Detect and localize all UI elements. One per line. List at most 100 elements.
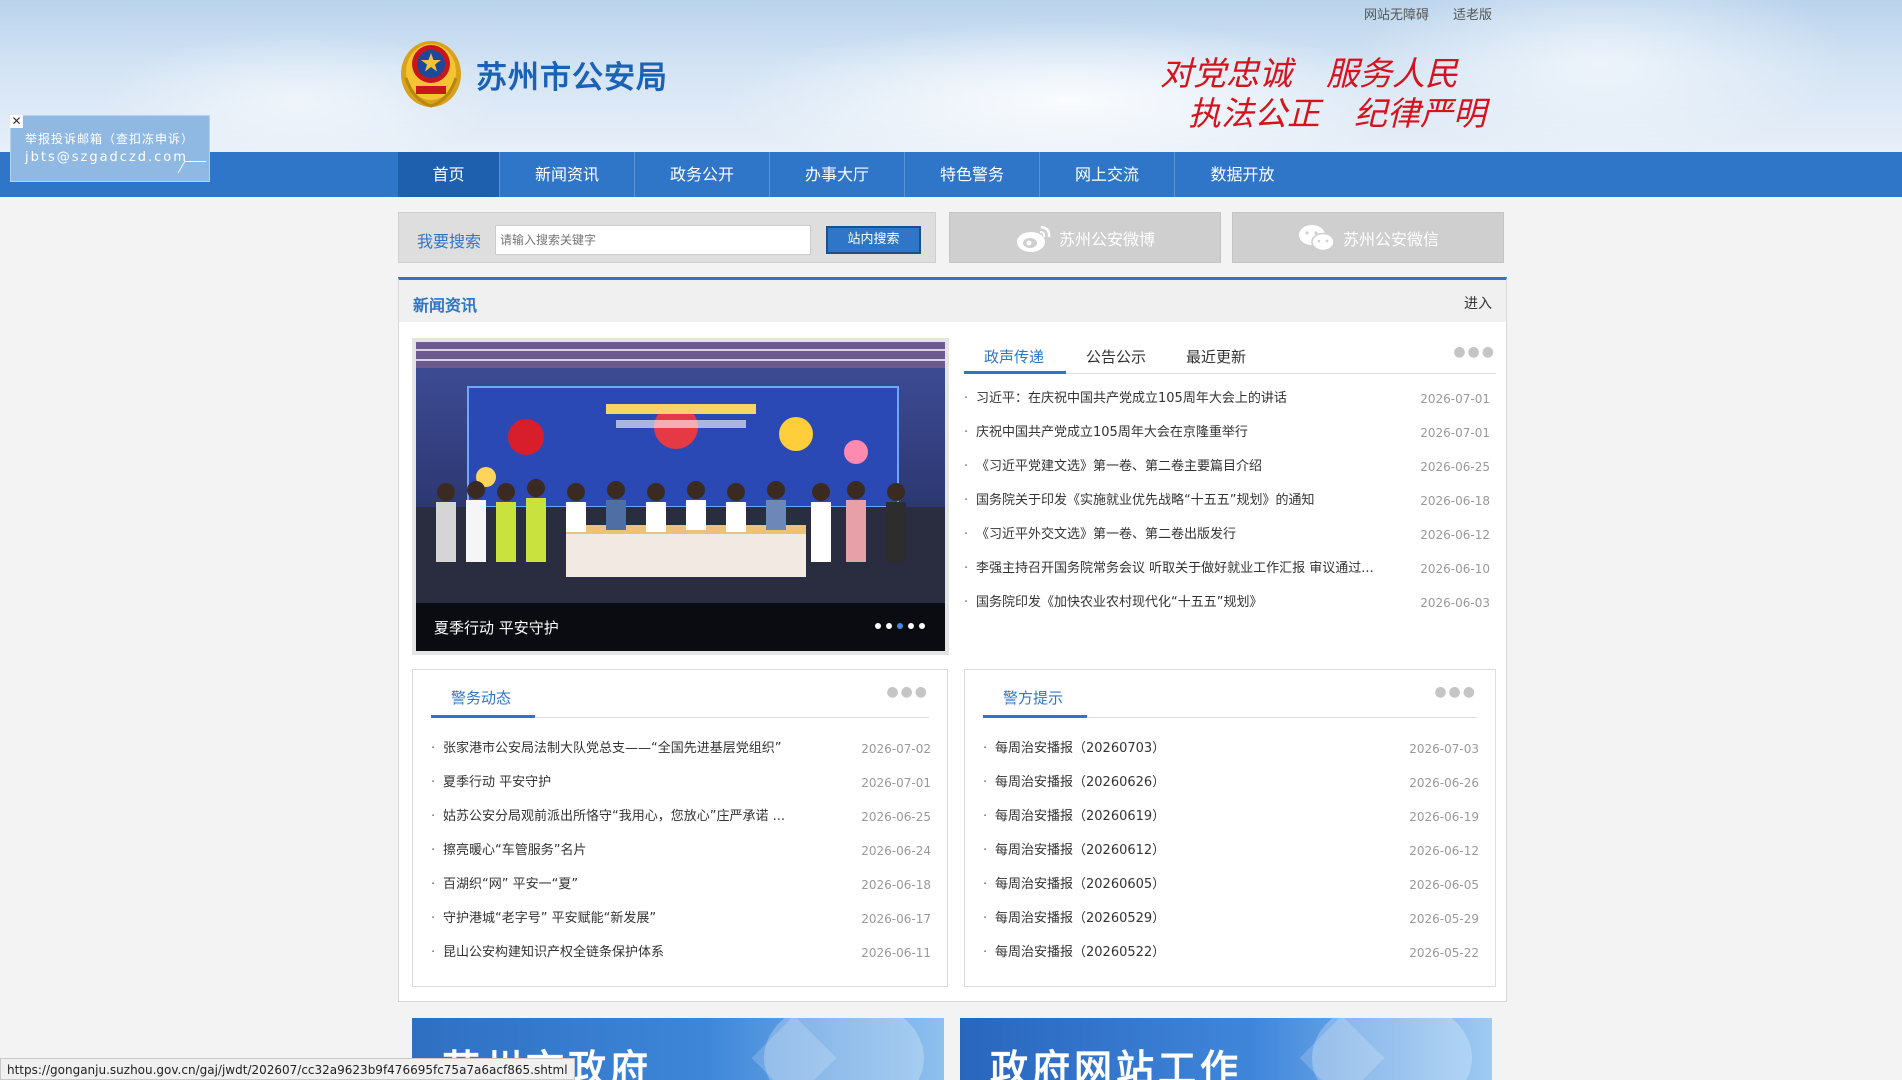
bullet-icon: · (964, 595, 969, 610)
list-item-title[interactable]: 庆祝中国共产党成立105周年大会在京隆重举行 (976, 416, 1248, 450)
complaint-email-float[interactable]: ✕ 举报投诉邮箱（查扣冻申诉） jbts@szgadczd.com (10, 115, 210, 182)
nav-open-data[interactable]: 数据开放 (1175, 152, 1310, 197)
nav-government-affairs[interactable]: 政务公开 (635, 152, 770, 197)
list-item-date: 2026-06-12 (1409, 844, 1479, 858)
nav-online-exchange[interactable]: 网上交流 (1040, 152, 1175, 197)
search-button[interactable]: 站内搜索 (826, 226, 921, 254)
weibo-icon (1016, 225, 1051, 252)
search-input[interactable] (495, 225, 811, 255)
news-panel-title: 新闻资讯 (413, 296, 478, 315)
bullet-icon: · (431, 809, 436, 824)
list-item[interactable]: · 夏季行动 平安守护 2026-07-01 (431, 766, 931, 800)
nav-home[interactable]: 首页 (398, 152, 500, 197)
list-item[interactable]: · 每周治安播报（20260619） 2026-06-19 (983, 800, 1479, 834)
list-item-title[interactable]: 李强主持召开国务院常务会议 听取关于做好就业工作汇报 审议通过... (976, 552, 1374, 586)
weibo-button[interactable]: 苏州公安微博 (949, 212, 1221, 263)
list-item-title[interactable]: 每周治安播报（20260626） (995, 766, 1165, 800)
list-item-date: 2026-06-24 (861, 844, 931, 858)
list-item-title[interactable]: 守护港城“老字号” 平安赋能“新发展” (443, 902, 656, 936)
list-item-title[interactable]: 姑苏公安分局观前派出所恪守“我用心，您放心”庄严承诺 ... (443, 800, 785, 834)
nav-service-hall[interactable]: 办事大厅 (770, 152, 905, 197)
police-news-title[interactable]: 警务动态 (451, 687, 511, 708)
news-carousel[interactable]: 夏季行动 平安守护 (412, 338, 949, 655)
list-item[interactable]: · 《习近平党建文选》第一卷、第二卷主要篇目介绍 2026-06-25 (964, 450, 1490, 484)
list-item[interactable]: · 国务院关于印发《实施就业优先战略“十五五”规划》的通知 2026-06-18 (964, 484, 1490, 518)
carousel-dot[interactable] (886, 623, 892, 629)
police-tips-underline (983, 715, 1087, 718)
list-item-title[interactable]: 每周治安播报（20260529） (995, 902, 1165, 936)
list-item[interactable]: · 《习近平外交文选》第一卷、第二卷出版发行 2026-06-12 (964, 518, 1490, 552)
police-tips-title[interactable]: 警方提示 (1003, 687, 1063, 708)
list-item[interactable]: · 每周治安播报（20260522） 2026-05-22 (983, 936, 1479, 970)
accessibility-link[interactable]: 网站无障碍 (1364, 4, 1429, 23)
more-dots-icon[interactable]: ●●● (1434, 684, 1477, 700)
more-dots-icon[interactable]: ●●● (886, 684, 929, 700)
list-item[interactable]: · 擦亮暖心“车管服务”名片 2026-06-24 (431, 834, 931, 868)
list-item[interactable]: · 守护港城“老字号” 平安赋能“新发展” 2026-06-17 (431, 902, 931, 936)
elderly-mode-link[interactable]: 适老版 (1453, 4, 1492, 23)
carousel-caption[interactable]: 夏季行动 平安守护 (434, 617, 559, 638)
bullet-icon: · (983, 775, 988, 790)
search-label: 我要搜索 (417, 232, 482, 251)
list-item-title[interactable]: 百湖织“网” 平安一“夏” (443, 868, 578, 902)
list-item[interactable]: · 国务院印发《加快农业农村现代化“十五五”规划》 2026-06-03 (964, 586, 1490, 620)
list-item-title[interactable]: 国务院关于印发《实施就业优先战略“十五五”规划》的通知 (976, 484, 1314, 518)
list-item-date: 2026-06-25 (861, 810, 931, 824)
list-item-title[interactable]: 每周治安播报（20260612） (995, 834, 1165, 868)
list-item[interactable]: · 习近平：在庆祝中国共产党成立105周年大会上的讲话 2026-07-01 (964, 382, 1490, 416)
tab-announcements[interactable]: 公告公示 (1086, 346, 1146, 367)
tab-policy-voice[interactable]: 政声传递 (984, 346, 1044, 367)
police-tips-box: 警方提示 ●●● · 每周治安播报（20260703） 2026-07-03 · 每周治… (964, 669, 1496, 987)
police-news-underline (431, 715, 535, 718)
list-item-title[interactable]: 《习近平党建文选》第一卷、第二卷主要篇目介绍 (976, 450, 1262, 484)
bullet-icon: · (964, 561, 969, 576)
list-item[interactable]: · 昆山公安构建知识产权全链条保护体系 2026-06-11 (431, 936, 931, 970)
list-item[interactable]: · 每周治安播报（20260612） 2026-06-12 (983, 834, 1479, 868)
government-website-banner[interactable]: 政府网站工作 (960, 1018, 1492, 1080)
bullet-icon: · (964, 459, 969, 474)
list-item-title[interactable]: 夏季行动 平安守护 (443, 766, 551, 800)
list-item-date: 2026-07-01 (861, 776, 931, 790)
list-item[interactable]: · 每周治安播报（20260703） 2026-07-03 (983, 732, 1479, 766)
slogan-text: 纪律严明 (1354, 94, 1486, 133)
list-item-title[interactable]: 张家港市公安局法制大队党总支——“全国先进基层党组织” (443, 732, 781, 766)
list-item[interactable]: · 张家港市公安局法制大队党总支——“全国先进基层党组织” 2026-07-02 (431, 732, 931, 766)
list-item-date: 2026-06-05 (1409, 878, 1479, 892)
list-item-date: 2026-06-10 (1420, 562, 1490, 576)
list-item[interactable]: · 每周治安播报（20260529） 2026-05-29 (983, 902, 1479, 936)
news-panel-enter-link[interactable]: 进入 (1464, 293, 1492, 313)
list-item-title[interactable]: 擦亮暖心“车管服务”名片 (443, 834, 586, 868)
list-item-date: 2026-07-01 (1420, 392, 1490, 406)
bullet-icon: · (964, 527, 969, 542)
list-item[interactable]: · 姑苏公安分局观前派出所恪守“我用心，您放心”庄严承诺 ... 2026-06-2… (431, 800, 931, 834)
carousel-dot[interactable] (875, 623, 881, 629)
list-item-title[interactable]: 昆山公安构建知识产权全链条保护体系 (443, 936, 664, 970)
list-item-title[interactable]: 每周治安播报（20260522） (995, 936, 1165, 970)
nav-featured-policing[interactable]: 特色警务 (905, 152, 1040, 197)
list-item-title[interactable]: 每周治安播报（20260619） (995, 800, 1165, 834)
close-icon[interactable]: ✕ (10, 115, 23, 128)
carousel-dot[interactable] (908, 623, 914, 629)
nav-news[interactable]: 新闻资讯 (500, 152, 635, 197)
wechat-button[interactable]: 苏州公安微信 (1232, 212, 1504, 263)
carousel-dot[interactable] (897, 623, 903, 629)
list-item[interactable]: · 庆祝中国共产党成立105周年大会在京隆重举行 2026-07-01 (964, 416, 1490, 450)
list-item[interactable]: · 百湖织“网” 平安一“夏” 2026-06-18 (431, 868, 931, 902)
carousel-dots (875, 623, 925, 629)
list-item-title[interactable]: 每周治安播报（20260605） (995, 868, 1165, 902)
list-item-title[interactable]: 国务院印发《加快农业农村现代化“十五五”规划》 (976, 586, 1262, 620)
list-item-title[interactable]: 习近平：在庆祝中国共产党成立105周年大会上的讲话 (976, 382, 1287, 416)
carousel-dot[interactable] (919, 623, 925, 629)
bullet-icon: · (964, 391, 969, 406)
list-item[interactable]: · 李强主持召开国务院常务会议 听取关于做好就业工作汇报 审议通过... 2026-… (964, 552, 1490, 586)
list-item[interactable]: · 每周治安播报（20260605） 2026-06-05 (983, 868, 1479, 902)
more-dots-icon[interactable]: ●●● (1453, 344, 1496, 360)
list-item-title[interactable]: 每周治安播报（20260703） (995, 732, 1165, 766)
weibo-label: 苏州公安微博 (1058, 229, 1155, 249)
policy-news-list: · 习近平：在庆祝中国共产党成立105周年大会上的讲话 2026-07-01 · 庆祝中… (964, 382, 1490, 620)
list-item-title[interactable]: 《习近平外交文选》第一卷、第二卷出版发行 (976, 518, 1236, 552)
list-item[interactable]: · 每周治安播报（20260626） 2026-06-26 (983, 766, 1479, 800)
list-item-date: 2026-05-22 (1409, 946, 1479, 960)
tab-recent-updates[interactable]: 最近更新 (1186, 346, 1246, 367)
slogan-text: 执法公正 (1188, 94, 1320, 133)
